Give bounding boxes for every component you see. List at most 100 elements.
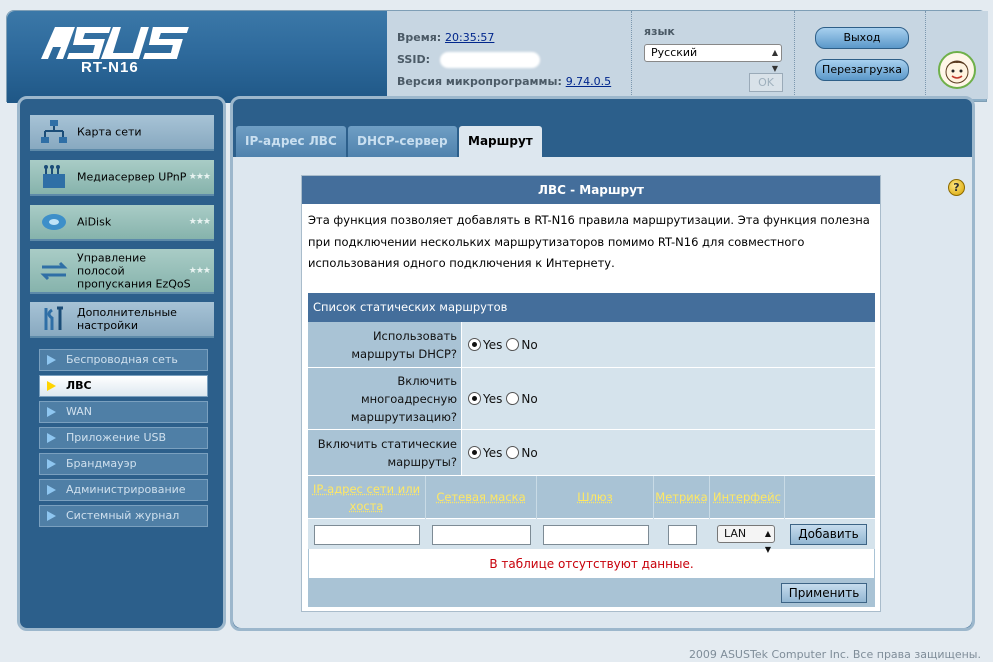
time-row: Время: 20:35:57 <box>397 27 631 49</box>
column-header-netmask[interactable]: Сетевая маска <box>426 476 537 519</box>
sidebar-item-label: AiDisk <box>77 215 112 229</box>
radio-yes[interactable]: Yes <box>468 446 502 460</box>
subitem-label: ЛВС <box>66 379 92 392</box>
language-select[interactable]: Русский ▲ ▼ <box>644 44 782 73</box>
radio-no-label: No <box>521 337 538 352</box>
subitem-label: Приложение USB <box>66 431 167 444</box>
option-row-multicast: Включить многоадресную маршрутизацию? Ye… <box>308 368 875 430</box>
radio-no[interactable]: No <box>506 391 538 406</box>
interface-select[interactable]: LAN ▲ ▼ <box>717 525 775 554</box>
option-label: Использовать маршруты DHCP? <box>308 322 461 367</box>
radio-no-label: No <box>521 391 538 406</box>
radio-checked-icon <box>468 446 481 459</box>
subitem-label: Администрирование <box>66 483 186 496</box>
sidebar-item-advanced[interactable]: Дополнительные настройки <box>30 302 214 338</box>
metric-input[interactable] <box>668 525 697 545</box>
copyright-footer: 2009 ASUSTek Computer Inc. Все права защ… <box>688 648 981 661</box>
option-value: Yes No <box>462 368 875 429</box>
subitem-label: Брандмауэр <box>66 457 137 470</box>
arrow-right-icon <box>47 433 56 443</box>
subitem-label: Беспроводная сеть <box>66 353 178 366</box>
ok-button[interactable]: OK <box>749 73 783 92</box>
radio-checked-icon <box>468 338 481 351</box>
radio-yes-label: Yes <box>483 445 503 460</box>
model-name: RT-N16 <box>81 59 139 76</box>
option-row-static-routes: Включить статические маршруты? Yes No <box>308 430 875 476</box>
subitem-administration[interactable]: Администрирование <box>39 479 208 501</box>
language-label: язык <box>644 25 675 38</box>
radio-no[interactable]: No <box>506 445 538 460</box>
firmware-link[interactable]: 9.74.0.5 <box>566 75 611 88</box>
page-title: ЛВС - Маршрут <box>302 176 880 204</box>
tab-dhcp-server[interactable]: DHCP-сервер <box>348 126 457 157</box>
subitem-label: Системный журнал <box>66 509 180 522</box>
arrow-right-icon <box>47 485 56 495</box>
radio-unchecked-icon <box>506 392 520 405</box>
radio-no[interactable]: No <box>506 337 538 352</box>
tab-route[interactable]: Маршрут <box>459 126 542 157</box>
netmask-input[interactable] <box>432 525 531 545</box>
network-map-icon <box>41 120 67 143</box>
subitem-lan[interactable]: ЛВС <box>39 375 208 397</box>
action-panel: Выход Перезагрузка <box>795 11 926 99</box>
reboot-button[interactable]: Перезагрузка <box>815 59 909 81</box>
ssid-row: SSID: <box>397 49 631 71</box>
column-header-gateway[interactable]: Шлюз <box>537 476 654 519</box>
option-row-dhcp-routes: Использовать маршруты DHCP? Yes No <box>308 322 875 368</box>
option-label: Включить многоадресную маршрутизацию? <box>308 368 461 429</box>
ssid-redacted <box>439 52 540 68</box>
tools-icon <box>44 306 63 330</box>
asus-logo-icon <box>41 27 189 59</box>
column-header-ip[interactable]: IP-адрес сети или хоста <box>308 476 426 519</box>
header: RT-N16 Время: 20:35:57 SSID: Версия микр… <box>6 10 988 103</box>
radio-unchecked-icon <box>506 446 520 459</box>
gateway-input[interactable] <box>543 525 649 545</box>
ssid-label: SSID: <box>397 53 430 66</box>
apply-row: Применить <box>308 579 875 607</box>
column-header-interface[interactable]: Интерфейс <box>710 476 785 519</box>
logout-button[interactable]: Выход <box>815 27 909 49</box>
empty-table-message: В таблице отсутствуют данные. <box>308 549 875 579</box>
subitem-wireless[interactable]: Беспроводная сеть <box>39 349 208 371</box>
sidebar-item-label: Медиасервер UPnP <box>77 170 187 184</box>
help-icon[interactable]: ? <box>948 179 965 196</box>
subitem-firewall[interactable]: Брандмауэр <box>39 453 208 475</box>
radio-yes-label: Yes <box>483 391 503 406</box>
stars-icon: ★★★ <box>188 172 211 182</box>
logo-area: RT-N16 <box>7 11 387 103</box>
static-routes-table: Список статических маршрутов Использоват… <box>308 293 875 607</box>
sidebar-item-aidisk[interactable]: AiDisk ★★★ <box>30 205 214 241</box>
interface-value: LAN <box>724 527 747 540</box>
language-value: Русский <box>651 46 698 59</box>
column-header-metric[interactable]: Метрика <box>654 476 710 519</box>
table-title: Список статических маршрутов <box>308 293 875 322</box>
avatar-panel <box>926 11 988 99</box>
radio-yes[interactable]: Yes <box>468 338 502 352</box>
ip-address-input[interactable] <box>314 525 420 545</box>
time-link[interactable]: 20:35:57 <box>445 31 494 44</box>
firmware-row: Версия микропрограммы: 9.74.0.5 <box>397 71 631 93</box>
arrow-right-icon <box>47 381 56 391</box>
radio-yes-label: Yes <box>483 337 503 352</box>
arrow-right-icon <box>47 459 56 469</box>
subitem-syslog[interactable]: Системный журнал <box>39 505 208 527</box>
sidebar-item-label: Управление полосой пропускания EzQoS <box>77 251 191 290</box>
select-arrows-icon: ▲ ▼ <box>764 529 771 554</box>
sidebar-item-ezqos[interactable]: Управление полосой пропускания EzQoS ★★★ <box>30 249 214 294</box>
tab-lan-ip[interactable]: IP-адрес ЛВС <box>236 126 346 157</box>
sidebar-item-upnp[interactable]: Медиасервер UPnP ★★★ <box>30 160 214 196</box>
sidebar-item-network-map[interactable]: Карта сети <box>30 115 214 151</box>
page-description: Эта функция позволяет добавлять в RT-N16… <box>308 213 870 270</box>
radio-yes[interactable]: Yes <box>468 392 502 406</box>
radio-no-label: No <box>521 445 538 460</box>
option-value: Yes No <box>462 322 875 367</box>
subitem-usb[interactable]: Приложение USB <box>39 427 208 449</box>
add-route-button[interactable]: Добавить <box>790 524 867 545</box>
sidebar-item-label: Дополнительные настройки <box>77 306 177 332</box>
stars-icon: ★★★ <box>188 265 211 276</box>
option-value: Yes No <box>462 430 875 475</box>
aidisk-icon <box>42 214 66 230</box>
apply-button[interactable]: Применить <box>781 583 867 603</box>
subitem-wan[interactable]: WAN <box>39 401 208 423</box>
sidebar: Карта сети Медиасервер UPnP ★★★ AiDisk ★… <box>17 96 226 631</box>
